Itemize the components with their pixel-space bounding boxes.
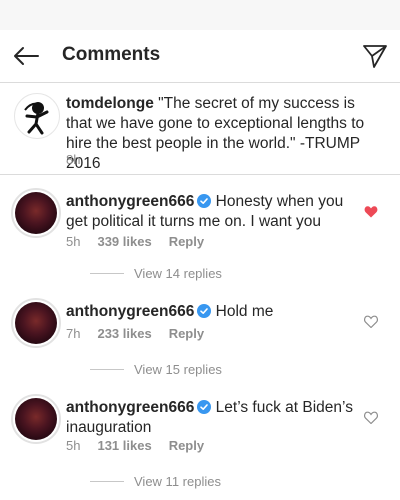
comment-text: anthonygreen666 Let’s fuck at Biden’s in…	[66, 398, 356, 438]
arrow-left-icon	[14, 47, 39, 65]
avatar-ring[interactable]	[11, 188, 61, 238]
likes-count[interactable]: 233 likes	[97, 326, 151, 341]
comment-time: 5h	[66, 234, 81, 249]
avatar-figure-icon	[24, 102, 49, 135]
likes-count[interactable]: 131 likes	[97, 438, 151, 453]
view-replies-label: View 15 replies	[134, 362, 222, 377]
comment-username[interactable]: anthonygreen666	[66, 399, 194, 416]
comment-username[interactable]: anthonygreen666	[66, 303, 194, 320]
comments-header: Comments	[0, 30, 400, 83]
comment-username[interactable]: anthonygreen666	[66, 193, 194, 210]
view-replies-label: View 14 replies	[134, 266, 222, 281]
heart-icon[interactable]	[364, 205, 378, 218]
reply-button[interactable]: Reply	[169, 234, 204, 249]
avatar[interactable]	[14, 93, 60, 139]
comment-meta: 5h 131 likes Reply	[66, 438, 204, 453]
caption-username[interactable]: tomdelonge	[66, 95, 154, 112]
paper-plane-icon	[363, 45, 387, 68]
comment-meta: 5h 339 likes Reply	[66, 234, 204, 249]
avatar	[15, 398, 57, 440]
likes-count[interactable]: 339 likes	[97, 234, 151, 249]
comment-body: Hold me	[211, 303, 274, 320]
view-replies-button[interactable]: View 15 replies	[66, 362, 222, 377]
comment-meta: 7h 233 likes Reply	[66, 326, 204, 341]
comment-time: 5h	[66, 438, 81, 453]
reply-button[interactable]: Reply	[169, 326, 204, 341]
verified-badge-icon	[197, 400, 212, 414]
caption-time: 8h	[66, 152, 81, 167]
heart-icon[interactable]	[364, 411, 378, 424]
verified-badge-icon	[197, 194, 212, 208]
comment-text: anthonygreen666 Hold me	[66, 302, 356, 322]
comment-item: anthonygreen666 Let’s fuck at Biden’s in…	[0, 394, 400, 496]
comment-time: 7h	[66, 326, 81, 341]
avatar	[15, 302, 57, 344]
view-replies-button[interactable]: View 11 replies	[66, 474, 221, 489]
status-bar	[0, 0, 400, 30]
back-button[interactable]	[10, 42, 42, 70]
divider	[90, 481, 124, 482]
avatar-ring[interactable]	[11, 394, 61, 444]
post-caption: tomdelonge "The secret of my success is …	[0, 83, 400, 175]
share-button[interactable]	[360, 41, 390, 71]
view-replies-label: View 11 replies	[134, 474, 221, 489]
caption-text: tomdelonge "The secret of my success is …	[66, 94, 384, 174]
view-replies-button[interactable]: View 14 replies	[66, 266, 222, 281]
reply-button[interactable]: Reply	[169, 438, 204, 453]
comment-text: anthonygreen666 Honesty when you get pol…	[66, 192, 356, 232]
comment-item: anthonygreen666 Honesty when you get pol…	[0, 188, 400, 288]
comment-item: anthonygreen666 Hold me 7h 233 likes Rep…	[0, 298, 400, 390]
verified-badge-icon	[197, 304, 212, 318]
page-title: Comments	[62, 44, 161, 65]
avatar	[15, 192, 57, 234]
avatar-ring[interactable]	[11, 298, 61, 348]
heart-icon[interactable]	[364, 315, 378, 328]
divider	[90, 273, 124, 274]
divider	[90, 369, 124, 370]
